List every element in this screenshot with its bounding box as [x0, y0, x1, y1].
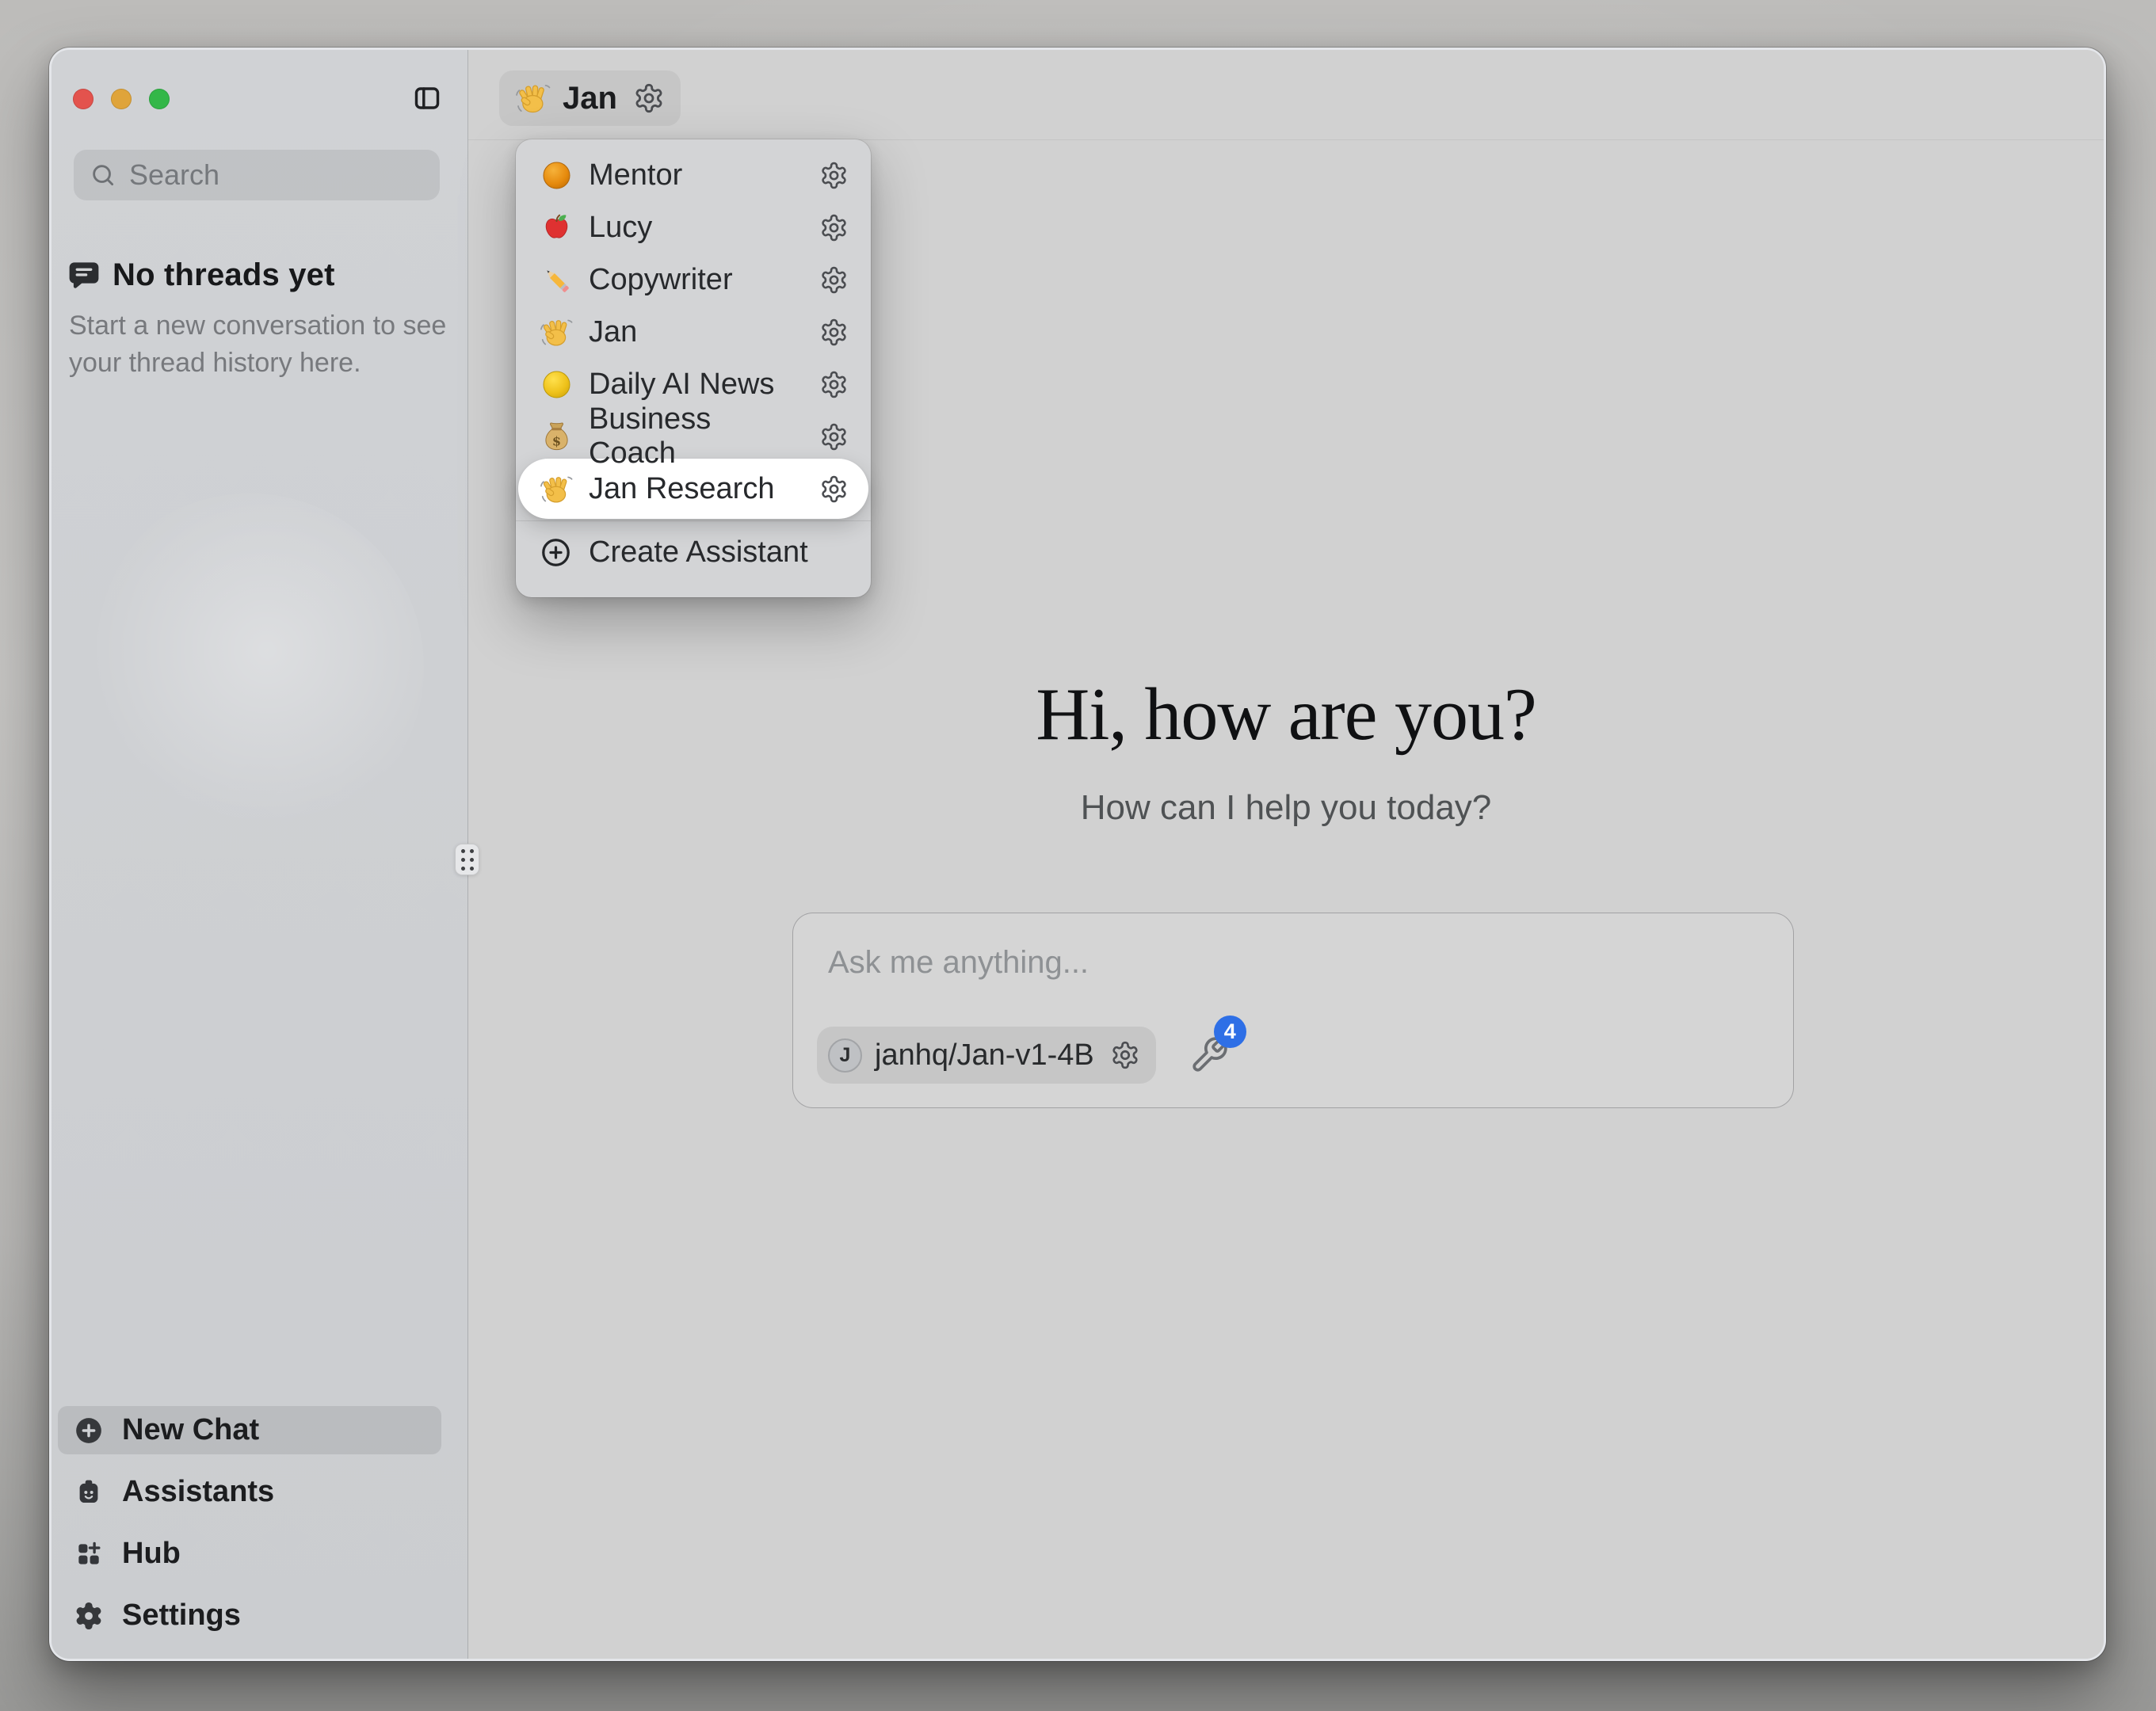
gear-icon[interactable] [819, 161, 849, 190]
close-button[interactable] [73, 89, 93, 109]
menu-item-lucy[interactable]: Lucy [516, 201, 871, 253]
zoom-button[interactable] [149, 89, 170, 109]
nav-label: New Chat [122, 1413, 259, 1447]
empty-state-title: No threads yet [113, 257, 335, 293]
greeting: Hi, how are you? How can I help you toda… [468, 674, 2104, 828]
plus-circle-outline-icon [540, 536, 572, 569]
composer[interactable]: Ask me anything... J janhq/Jan-v1-4B 4 [792, 913, 1794, 1108]
traffic-lights [73, 89, 170, 109]
greeting-title: Hi, how are you? [468, 674, 2104, 755]
sidebar-item-hub[interactable]: Hub [58, 1530, 441, 1578]
gear-icon[interactable] [819, 318, 849, 347]
hub-grid-icon [74, 1539, 104, 1569]
nav-label: Hub [122, 1537, 181, 1571]
menu-item-jan[interactable]: Jan [516, 306, 871, 358]
assistant-selector-button[interactable]: Jan [499, 70, 681, 126]
app-window: Search No threads yet Start a new conver… [49, 48, 2106, 1661]
desktop-background: Search No threads yet Start a new conver… [0, 0, 2156, 1711]
sidebar-item-assistants[interactable]: Assistants [58, 1468, 441, 1516]
tools-count-badge: 4 [1214, 1016, 1246, 1048]
menu-item-copywriter[interactable]: Copywriter [516, 253, 871, 306]
plus-circle-icon [74, 1416, 104, 1446]
composer-toolbar: J janhq/Jan-v1-4B 4 [817, 1027, 1229, 1084]
tools-button[interactable]: 4 [1189, 1035, 1229, 1076]
empty-state-description: Start a new conversation to see your thr… [69, 307, 449, 382]
model-avatar: J [828, 1038, 862, 1073]
assistant-bot-icon [74, 1477, 104, 1507]
window-content: Search No threads yet Start a new conver… [52, 50, 2104, 1659]
gear-filled-icon [74, 1601, 104, 1631]
sidebar-toggle-button[interactable] [413, 84, 441, 112]
sidebar-toggle-icon [413, 103, 441, 115]
chat-bubble-icon [67, 259, 101, 292]
nav-label: Settings [122, 1599, 241, 1633]
search-input[interactable]: Search [74, 150, 440, 200]
pencil-icon [540, 263, 574, 297]
svg-text:$: $ [552, 433, 561, 448]
money-bag-icon: $ [540, 420, 574, 454]
apple-icon [540, 211, 574, 245]
gear-icon[interactable] [819, 265, 849, 295]
gear-icon[interactable] [819, 213, 849, 242]
sidebar: Search No threads yet Start a new conver… [52, 50, 468, 1659]
waving-hand-icon [540, 472, 574, 506]
model-name: janhq/Jan-v1-4B [875, 1038, 1094, 1073]
sidebar-item-settings[interactable]: Settings [58, 1591, 441, 1640]
current-assistant-name: Jan [563, 81, 617, 116]
nav-label: Assistants [122, 1475, 274, 1509]
waving-hand-icon [515, 80, 551, 116]
orange-circle-icon [540, 158, 574, 192]
empty-threads-state: No threads yet Start a new conversation … [67, 257, 449, 382]
search-icon [90, 162, 116, 189]
gear-icon[interactable] [1110, 1040, 1140, 1070]
assistant-menu: Mentor Lucy Copywriter Jan [516, 139, 871, 597]
model-selector[interactable]: J janhq/Jan-v1-4B [817, 1027, 1156, 1084]
minimize-button[interactable] [111, 89, 132, 109]
menu-item-mentor[interactable]: Mentor [516, 149, 871, 201]
greeting-subtitle: How can I help you today? [468, 788, 2104, 828]
yellow-circle-icon [540, 368, 574, 402]
sidebar-item-new-chat[interactable]: New Chat [58, 1406, 441, 1454]
menu-item-create-assistant[interactable]: Create Assistant [516, 526, 871, 578]
sidebar-resize-handle[interactable] [455, 844, 479, 875]
sidebar-bottom-nav: New Chat Assistants Hub Settings [58, 1406, 441, 1640]
gear-icon[interactable] [819, 370, 849, 399]
menu-separator [516, 520, 871, 521]
composer-placeholder: Ask me anything... [828, 945, 1089, 981]
menu-item-business-coach[interactable]: $ Business Coach [516, 410, 871, 463]
gear-icon[interactable] [819, 474, 849, 504]
gear-icon[interactable] [633, 82, 665, 114]
search-placeholder: Search [129, 158, 219, 192]
gear-icon[interactable] [819, 422, 849, 452]
waving-hand-icon [540, 315, 574, 349]
